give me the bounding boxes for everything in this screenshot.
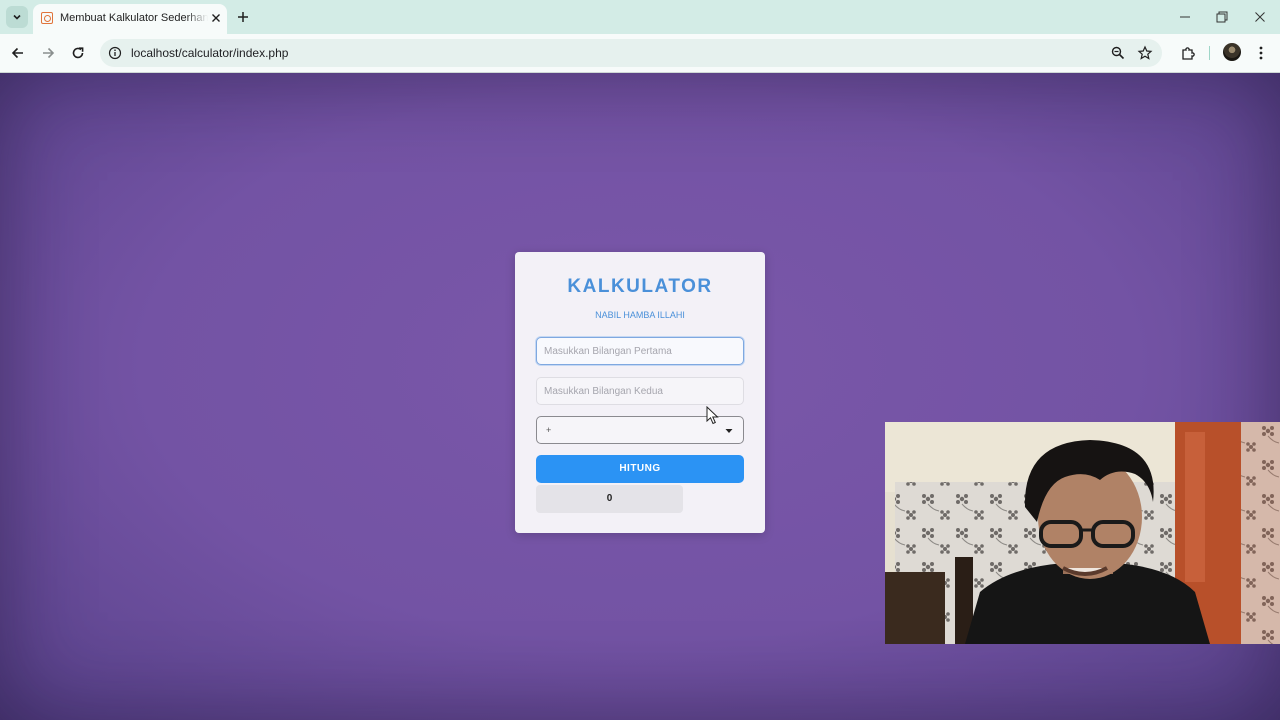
webcam-person-image xyxy=(885,422,1280,644)
mouse-cursor-icon xyxy=(706,406,719,425)
zoom-icon[interactable] xyxy=(1110,45,1126,61)
second-number-input[interactable] xyxy=(536,377,744,405)
browser-toolbar: localhost/calculator/index.php xyxy=(0,34,1280,73)
tab-title: Membuat Kalkulator Sederhana xyxy=(60,12,208,24)
operator-selected-value: + xyxy=(546,425,552,435)
profile-avatar[interactable] xyxy=(1223,43,1241,61)
xampp-favicon-icon xyxy=(41,12,53,24)
toolbar-divider xyxy=(1209,46,1210,60)
reload-icon[interactable] xyxy=(69,44,87,62)
minimize-icon[interactable] xyxy=(1176,8,1194,26)
tab-search-button[interactable] xyxy=(6,6,28,28)
star-icon[interactable] xyxy=(1137,45,1153,61)
webcam-overlay xyxy=(885,422,1280,644)
caret-down-icon xyxy=(725,429,733,433)
hitung-button[interactable]: HITUNG xyxy=(536,455,744,483)
url-text[interactable]: localhost/calculator/index.php xyxy=(131,46,288,60)
calculator-card: KALKULATOR NABIL HAMBA ILLAHI + HITUNG 0 xyxy=(515,252,765,533)
back-arrow-icon[interactable] xyxy=(9,44,27,62)
close-window-icon[interactable] xyxy=(1251,8,1269,26)
browser-tab-active[interactable]: Membuat Kalkulator Sederhana xyxy=(33,4,227,34)
calculator-subtitle: NABIL HAMBA ILLAHI xyxy=(595,310,685,320)
restore-icon[interactable] xyxy=(1213,8,1231,26)
info-icon[interactable] xyxy=(108,46,122,60)
puzzle-icon[interactable] xyxy=(1179,44,1197,62)
result-display: 0 xyxy=(536,485,683,513)
calculator-title: KALKULATOR xyxy=(567,276,713,297)
browser-tabstrip: Membuat Kalkulator Sederhana xyxy=(0,0,1280,34)
first-number-input[interactable] xyxy=(536,337,744,365)
address-bar[interactable]: localhost/calculator/index.php xyxy=(100,39,1162,67)
new-tab-button[interactable] xyxy=(235,9,251,25)
forward-arrow-icon[interactable] xyxy=(39,44,57,62)
chevron-down-icon xyxy=(13,14,21,20)
close-icon[interactable] xyxy=(208,10,224,26)
kebab-menu-icon[interactable] xyxy=(1252,44,1270,62)
